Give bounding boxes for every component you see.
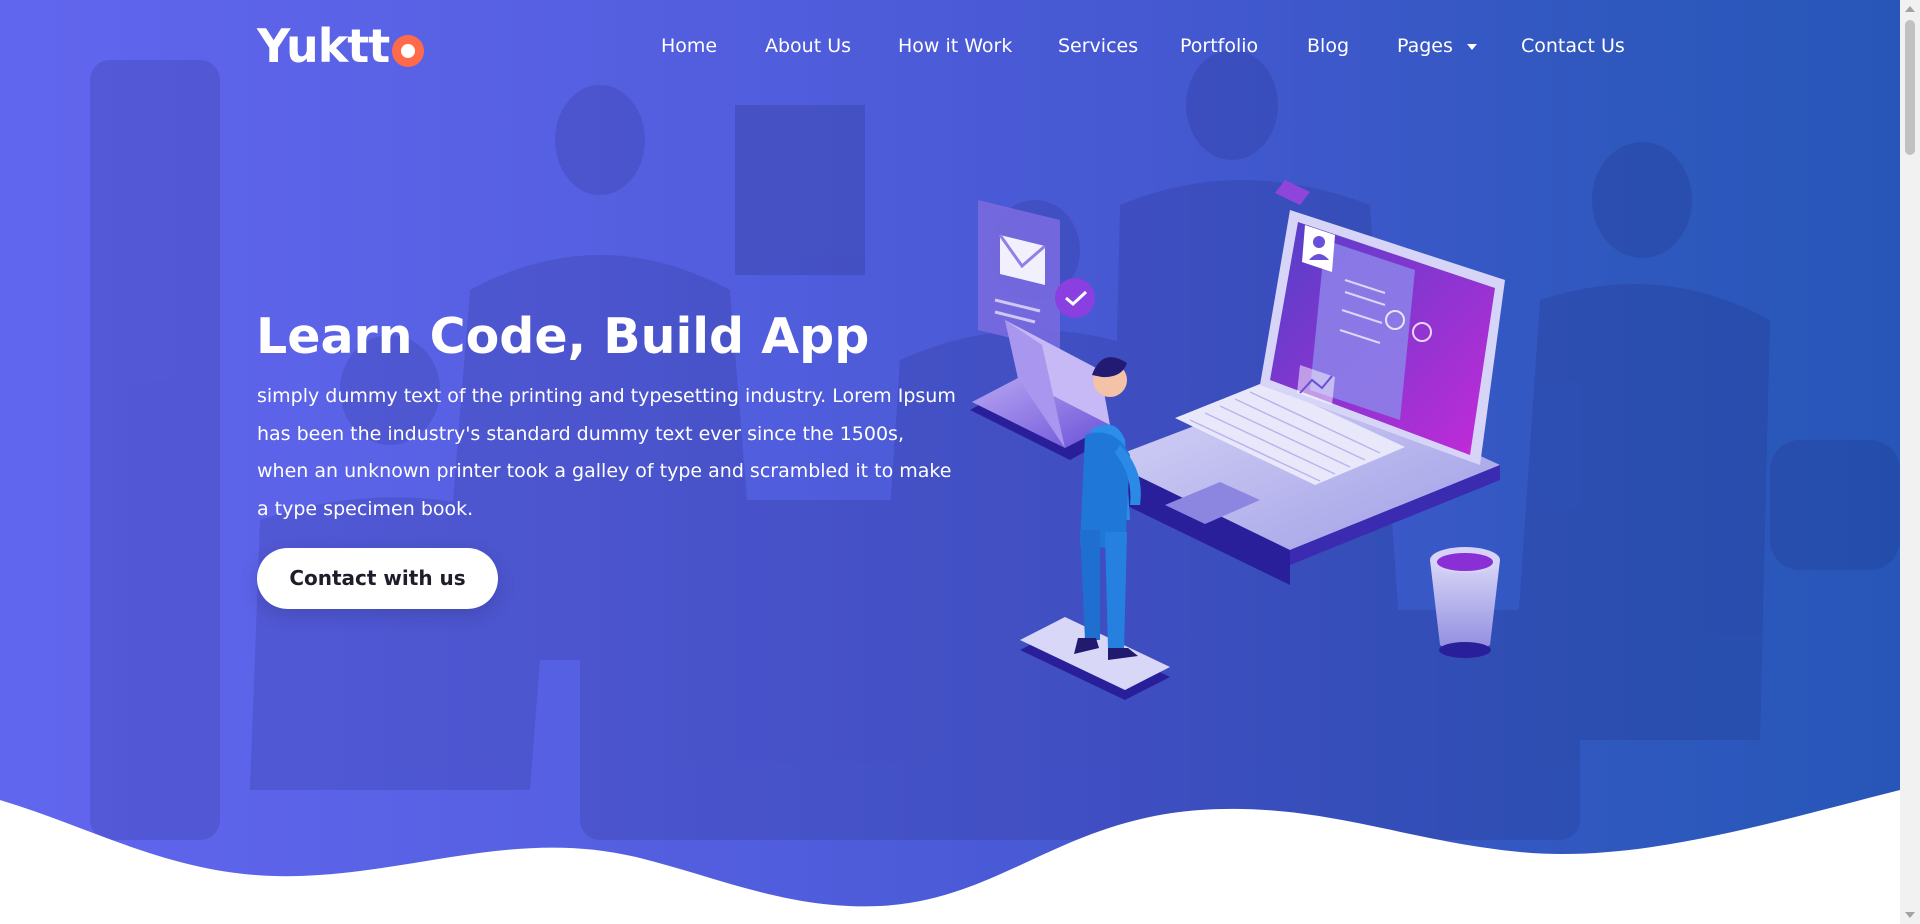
hero-illustration [970,180,1505,700]
nav-item-portfolio[interactable]: Portfolio [1180,28,1258,64]
nav-item-label: About Us [765,35,852,57]
cup [1430,547,1500,658]
nav-item-label: Contact Us [1521,35,1625,57]
scroll-down-button[interactable] [1900,906,1920,924]
nav-item-home[interactable]: Home [661,28,717,64]
contact-with-us-button[interactable]: Contact with us [257,548,498,609]
nav-item-about-us[interactable]: About Us [765,28,851,64]
nav-item-label: Portfolio [1180,35,1259,57]
nav-item-label: How it Work [898,35,1013,57]
nav-item-label: Home [661,35,718,57]
navbar: Yuktt Home About Us How it Work Services… [0,0,1900,90]
nav-item-contact-us[interactable]: Contact Us [1521,28,1625,64]
scrollbar-thumb[interactable] [1905,20,1915,155]
caret-down-icon [1466,43,1477,50]
nav-item-blog[interactable]: Blog [1307,28,1349,64]
laptop [1105,210,1505,585]
nav-item-label: Services [1058,35,1139,57]
nav-item-how-it-work[interactable]: How it Work [898,28,1012,64]
nav-item-label: Pages [1397,35,1453,57]
arrow-up-icon [1905,6,1915,12]
hero-bottom-wave [0,790,1900,924]
nav-item-services[interactable]: Services [1058,28,1138,64]
hero-description: simply dummy text of the printing and ty… [257,385,956,520]
hero-title: Learn Code, Build App [256,308,870,365]
scroll-up-button[interactable] [1900,0,1920,18]
arrow-down-icon [1905,912,1915,918]
nav-item-pages[interactable]: Pages [1397,28,1477,64]
nav-menu: Home About Us How it Work Services Portf… [0,28,1900,64]
nav-item-label: Blog [1307,35,1349,57]
page-scrollbar[interactable] [1900,0,1920,924]
hero-section: Yuktt Home About Us How it Work Services… [0,0,1900,924]
